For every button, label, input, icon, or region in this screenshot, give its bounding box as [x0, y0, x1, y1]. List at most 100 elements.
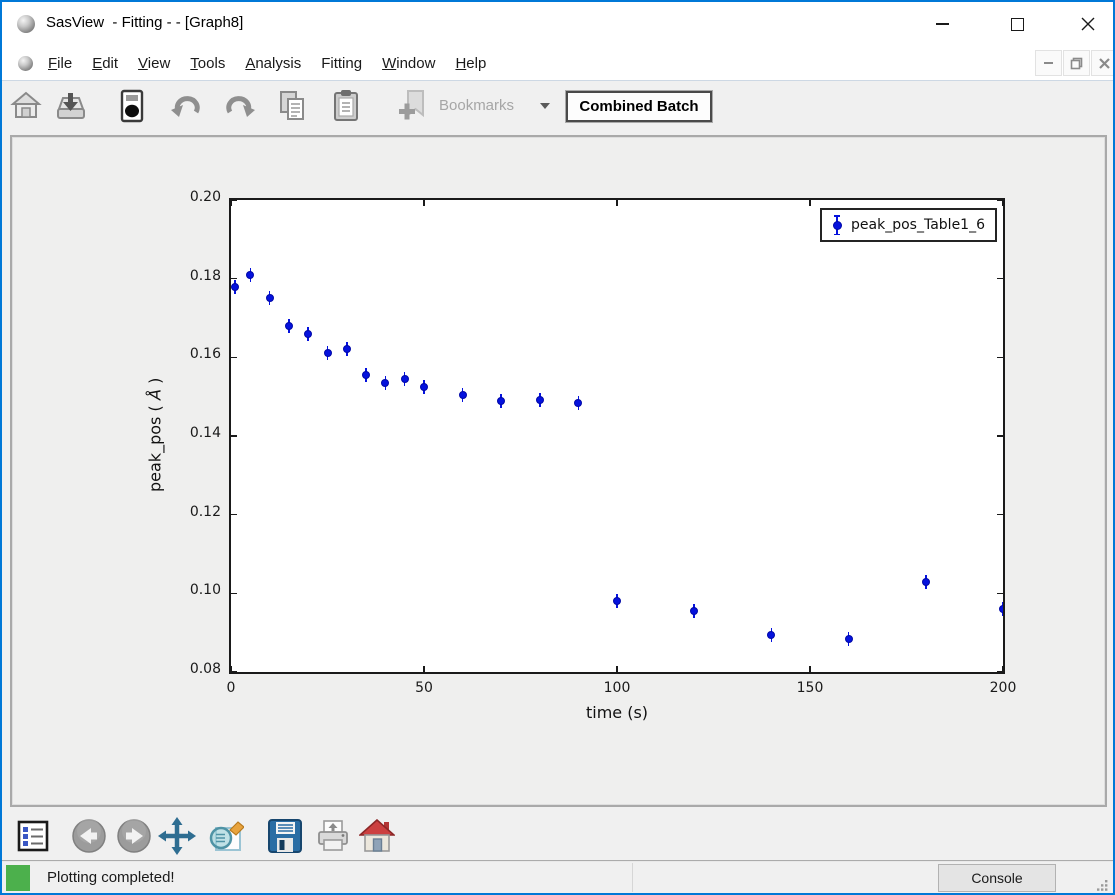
paste-button[interactable] [328, 88, 364, 124]
dropdown-caret-icon[interactable] [540, 103, 550, 109]
y-tick [231, 514, 237, 516]
pan-icon [158, 817, 196, 855]
data-point [690, 607, 698, 615]
menu-item-tools[interactable]: Tools [180, 55, 235, 72]
menu-item-fitting[interactable]: Fitting [311, 55, 372, 72]
mdi-close-icon [1099, 58, 1110, 69]
mdi-close-button[interactable] [1091, 50, 1115, 76]
status-indicator [6, 865, 30, 891]
x-tick-label: 50 [399, 680, 449, 696]
y-tick [997, 671, 1003, 673]
data-point [324, 349, 332, 357]
menubar: FileEditViewToolsAnalysisFittingWindowHe… [2, 46, 1113, 81]
x-tick [616, 200, 618, 206]
forward-button[interactable] [115, 817, 153, 855]
x-tick [616, 666, 618, 672]
x-tick [423, 666, 425, 672]
menu-item-view[interactable]: View [128, 55, 180, 72]
zoom-button[interactable] [206, 817, 244, 855]
mdi-minimize-icon [1044, 62, 1053, 64]
mdi-restore-button[interactable] [1063, 50, 1090, 76]
report-icon [116, 89, 148, 123]
context-list-icon [17, 820, 49, 852]
y-tick-label: 0.18 [173, 268, 221, 284]
data-point [266, 294, 274, 302]
content-area: peak_pos_Table1_6 050100150200 0.080.100… [2, 132, 1113, 860]
mdi-minimize-button[interactable] [1035, 50, 1062, 76]
copy-button[interactable] [274, 88, 310, 124]
y-tick [231, 357, 237, 359]
redo-button[interactable] [222, 88, 258, 124]
data-point [613, 597, 621, 605]
menu-item-window[interactable]: Window [372, 55, 445, 72]
combined-batch-button[interactable]: Combined Batch [566, 91, 712, 122]
reset-button[interactable] [358, 817, 396, 855]
legend-marker-icon [832, 214, 842, 236]
data-point [845, 635, 853, 643]
menu-items: FileEditViewToolsAnalysisFittingWindowHe… [38, 46, 496, 80]
save-button[interactable] [266, 817, 304, 855]
plot-canvas[interactable]: peak_pos_Table1_6 [229, 198, 1005, 674]
close-button[interactable] [1066, 8, 1110, 40]
data-point [285, 322, 293, 330]
y-tick [231, 435, 237, 437]
bookmark-button[interactable] [396, 88, 432, 124]
plot-nav-toolbar [2, 814, 1113, 860]
x-tick [809, 200, 811, 206]
y-tick [997, 278, 1003, 280]
status-message: Plotting completed! [47, 869, 175, 886]
data-point [536, 396, 544, 404]
statusbar-divider [632, 863, 633, 892]
data-point [231, 283, 239, 291]
y-tick [231, 199, 237, 201]
load-data-button[interactable] [52, 88, 88, 124]
undo-icon [169, 90, 203, 122]
pan-button[interactable] [158, 817, 196, 855]
plot-legend[interactable]: peak_pos_Table1_6 [820, 208, 997, 242]
y-tick [997, 357, 1003, 359]
window-title: SasView - Fitting - - [Graph8] [46, 14, 243, 31]
menu-item-analysis[interactable]: Analysis [235, 55, 311, 72]
y-tick-label: 0.10 [173, 582, 221, 598]
bookmarks-label[interactable]: Bookmarks [439, 97, 514, 114]
maximize-icon [1011, 18, 1024, 31]
menu-item-edit[interactable]: Edit [82, 55, 128, 72]
home-button[interactable] [8, 88, 44, 124]
app-window: SasView - Fitting - - [Graph8] FileEditV… [0, 0, 1115, 895]
y-tick [231, 671, 237, 673]
data-point [246, 271, 254, 279]
main-toolbar: Bookmarks Combined Batch [2, 81, 1113, 133]
x-tick-label: 0 [206, 680, 256, 696]
y-tick-label: 0.08 [173, 661, 221, 677]
minimize-button[interactable] [920, 8, 964, 40]
y-tick-label: 0.16 [173, 346, 221, 362]
x-tick-label: 150 [785, 680, 835, 696]
context-menu-button[interactable] [14, 817, 52, 855]
load-data-icon [53, 89, 87, 123]
menu-item-help[interactable]: Help [445, 55, 496, 72]
legend-label: peak_pos_Table1_6 [851, 217, 985, 233]
resize-grip[interactable] [1097, 880, 1108, 891]
y-axis-label: peak_pos ( Å ) [141, 279, 169, 591]
minimize-icon [936, 23, 949, 25]
back-button[interactable] [70, 817, 108, 855]
x-tick-label: 100 [592, 680, 642, 696]
data-point [999, 605, 1005, 613]
print-button[interactable] [314, 817, 352, 855]
x-tick [423, 200, 425, 206]
report-button[interactable] [114, 88, 150, 124]
titlebar: SasView - Fitting - - [Graph8] [2, 2, 1113, 46]
data-point [767, 631, 775, 639]
reset-icon [359, 819, 395, 853]
console-button[interactable]: Console [938, 864, 1056, 892]
x-tick [230, 200, 232, 206]
data-point [401, 375, 409, 383]
data-point [497, 397, 505, 405]
y-tick [997, 435, 1003, 437]
x-axis-label: time (s) [432, 703, 802, 722]
close-icon [1081, 17, 1095, 31]
redo-icon [223, 90, 257, 122]
maximize-button[interactable] [995, 8, 1039, 40]
undo-button[interactable] [168, 88, 204, 124]
menu-item-file[interactable]: File [38, 55, 82, 72]
